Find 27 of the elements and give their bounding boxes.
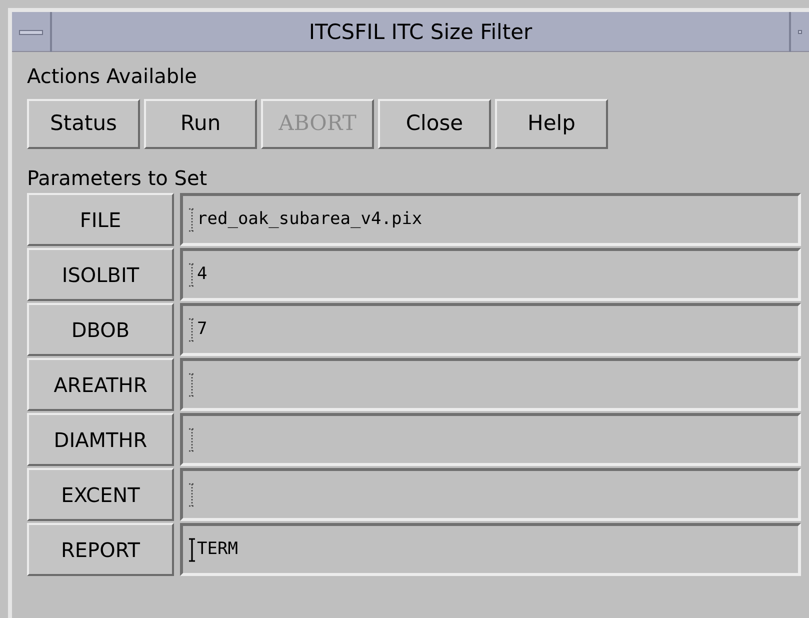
menu-icon (19, 30, 43, 34)
field-value: red_oak_subarea_v4.pix (197, 208, 422, 231)
action-button[interactable]: Run (144, 99, 257, 149)
action-button[interactable]: Close (378, 99, 491, 149)
parameter-button[interactable]: DBOB (27, 303, 174, 356)
parameter-button[interactable]: ISOLBIT (27, 248, 174, 301)
section-label: Actions Available (27, 63, 198, 89)
field-value: TERM (197, 538, 238, 561)
input-field[interactable] (180, 468, 801, 521)
action-button[interactable]: Status (27, 99, 140, 149)
input-field[interactable]: 4 (180, 248, 801, 301)
field-value: 7 (197, 318, 208, 341)
input-field[interactable]: 7 (180, 303, 801, 356)
minimize-icon (798, 30, 802, 34)
input-field[interactable] (180, 358, 801, 411)
parameter-button[interactable]: AREATHR (27, 358, 174, 411)
section-label: Parameters to Set (27, 165, 208, 191)
parameter-button[interactable]: EXCENT (27, 468, 174, 521)
parameter-button[interactable]: REPORT (27, 523, 174, 576)
parameter-button[interactable]: FILE (27, 193, 174, 246)
parameter-button[interactable]: DIAMTHR (27, 413, 174, 466)
action-button[interactable]: Help (495, 99, 608, 149)
field-value: 4 (197, 262, 208, 286)
window-title: ITCSFIL ITC Size Filter (308, 19, 534, 46)
input-field[interactable]: TERM (180, 523, 801, 576)
input-field[interactable]: red_oak_subarea_v4.pix (180, 193, 801, 246)
input-field[interactable] (180, 413, 801, 466)
